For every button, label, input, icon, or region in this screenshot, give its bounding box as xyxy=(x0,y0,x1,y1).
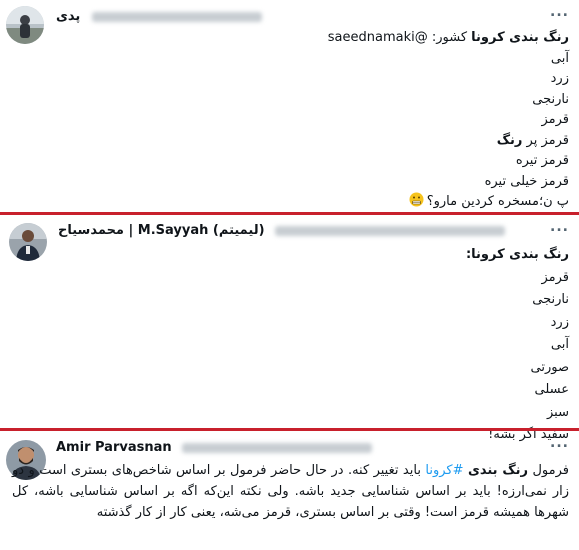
tweet-line: زرد xyxy=(550,71,569,86)
tweet-line: قرمز پر رنگ xyxy=(496,132,569,148)
tweet-card-1: پدی ... رنگ بندی کرونا کشور: @saeednamak… xyxy=(0,0,579,212)
tweet-line: نارنجی xyxy=(532,91,569,107)
tweet-line: عسلی xyxy=(534,382,570,397)
tweet-line: نارنجی xyxy=(532,292,569,307)
avatar[interactable] xyxy=(6,6,44,44)
display-name[interactable]: پدی xyxy=(56,9,80,24)
tweet-line: سبز xyxy=(547,404,569,420)
tweet-line: پ ن؛مسخره کردین مارو؟ xyxy=(328,192,569,213)
tweet-line: قرمز xyxy=(541,112,569,127)
tweet-text: رنگ بندی کرونا کشور: @saeednamaki آبی زر… xyxy=(328,28,569,213)
tweet-line: آبی xyxy=(550,50,569,66)
display-name[interactable]: محمدسیاح | M.Sayyah (لیمیتم) xyxy=(58,223,265,238)
hashtag-link[interactable]: #کرونا xyxy=(425,463,463,478)
blurred-handle xyxy=(181,442,372,453)
more-options-button[interactable]: ... xyxy=(550,219,569,235)
more-options-button[interactable]: ... xyxy=(550,4,569,20)
tweet-header: محمدسیاح | M.Sayyah (لیمیتم) xyxy=(58,223,505,238)
tweet-line: صورتی xyxy=(530,359,570,375)
tweet-card-2: محمدسیاح | M.Sayyah (لیمیتم) ... رنگ بند… xyxy=(0,215,579,442)
tweet-line: قرمز xyxy=(541,269,569,285)
tweet-text: رنگ بندی کرونا: قرمز نارنجی زرد آبی صورت… xyxy=(466,245,569,446)
tweet-text: فرمول رنگ بندی #کرونا باید تغییر کنه. در… xyxy=(12,463,569,520)
tweet-line: رنگ بندی کرونا: xyxy=(465,247,569,262)
avatar[interactable] xyxy=(9,223,47,261)
more-options-button[interactable]: ... xyxy=(550,435,569,451)
blurred-handle xyxy=(92,11,263,22)
tweet-line: قرمز خیلی تیره xyxy=(484,173,569,189)
tweet-header: Amir Parvasnan xyxy=(56,440,372,455)
display-name[interactable]: Amir Parvasnan xyxy=(56,440,172,455)
tweet-line: قرمز تیره xyxy=(515,153,569,168)
tweet-line: رنگ بندی کرونا کشور: @saeednamaki xyxy=(327,30,569,45)
blurred-handle xyxy=(274,225,505,236)
tweet-line: آبی xyxy=(550,337,569,352)
tweet-card-3: Amir Parvasnan ... فرمول رنگ بندی #کرونا… xyxy=(0,431,579,550)
grimacing-face-emoji xyxy=(409,192,424,207)
tweet-line: زرد xyxy=(550,314,569,330)
tweet-header: پدی xyxy=(56,9,263,24)
